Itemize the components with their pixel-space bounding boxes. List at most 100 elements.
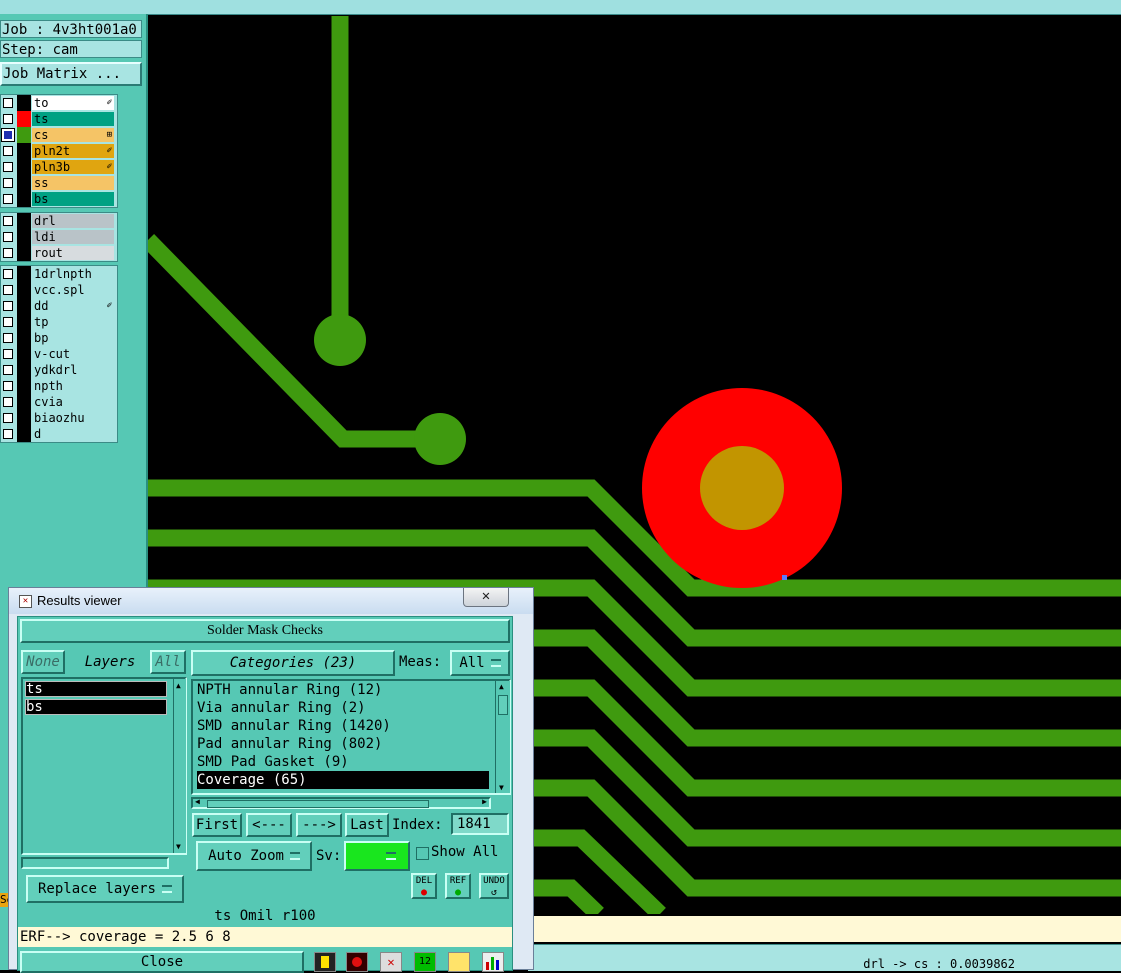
erf-tool-icon[interactable]: ✕ [380, 952, 402, 972]
layer-display-color[interactable] [17, 127, 31, 143]
layer-row[interactable]: pln2t ✐ [1, 143, 117, 159]
layer-display-color[interactable] [17, 229, 31, 245]
category-list-item[interactable]: NPTH annular Ring (12) [197, 681, 382, 699]
layer-name[interactable]: biaozhu [32, 411, 114, 425]
index-input[interactable]: 1841 [451, 813, 509, 835]
layer-name[interactable]: ldi [32, 230, 114, 244]
replace-layers-option[interactable]: Replace layers [26, 875, 184, 903]
layer-affected-checkbox[interactable] [3, 98, 13, 108]
category-list-item[interactable]: Pad annular Ring (802) [197, 735, 382, 753]
layer-name[interactable]: d [32, 427, 114, 441]
layer-row[interactable]: ydkdrl [1, 362, 117, 378]
layer-display-color[interactable] [17, 191, 31, 207]
layer-list-vscrollbar[interactable]: ▲ ▼ [173, 679, 186, 853]
layer-name[interactable]: npth [32, 379, 114, 393]
layer-name[interactable]: dd ✐ [32, 299, 114, 313]
first-button[interactable]: First [192, 813, 242, 837]
report-tool-icon[interactable] [448, 952, 470, 972]
layer-affected-checkbox[interactable] [3, 232, 13, 242]
category-list-item[interactable]: SMD Pad Gasket (9) [197, 753, 349, 771]
layer-name[interactable]: 1drlnpth [32, 267, 114, 281]
layer-row[interactable]: ts [1, 111, 117, 127]
category-list[interactable]: NPTH annular Ring (12) Via annular Ring (… [191, 679, 511, 795]
layer-row[interactable]: biaozhu [1, 410, 117, 426]
layer-name[interactable]: tp [32, 315, 114, 329]
layer-list-item[interactable]: bs [25, 699, 167, 715]
layer-name[interactable]: cs ⊞ [32, 128, 114, 142]
layer-name[interactable]: ydkdrl [32, 363, 114, 377]
layer-row[interactable]: bs [1, 191, 117, 207]
layer-display-color[interactable] [17, 410, 31, 426]
histogram-tool-icon[interactable] [482, 952, 504, 972]
layer-row[interactable]: npth [1, 378, 117, 394]
layer-display-color[interactable] [17, 394, 31, 410]
categories-button[interactable]: Categories (23) [191, 650, 395, 676]
layer-display-color[interactable] [17, 298, 31, 314]
layer-display-color[interactable] [17, 159, 31, 175]
none-button[interactable]: None [21, 650, 65, 674]
hscroll-thumb[interactable] [207, 800, 429, 808]
layer-display-color[interactable] [17, 266, 31, 282]
number-tool-icon[interactable]: 12 [414, 952, 436, 972]
layer-affected-checkbox[interactable] [3, 381, 13, 391]
severity-color-option[interactable] [344, 841, 410, 871]
layer-display-color[interactable] [17, 282, 31, 298]
layer-affected-checkbox[interactable] [3, 285, 13, 295]
layer-affected-checkbox[interactable] [3, 114, 13, 124]
layer-name[interactable]: vcc.spl [32, 283, 114, 297]
show-all-checkbox[interactable] [416, 847, 429, 860]
scroll-left-icon[interactable]: ◀ [195, 797, 200, 806]
layer-row[interactable]: tp [1, 314, 117, 330]
category-hscrollbar[interactable]: ◀ ▶ [191, 797, 491, 809]
window-close-button[interactable]: ✕ [463, 588, 509, 607]
meas-option[interactable]: All [450, 650, 510, 676]
prev-button[interactable]: <--- [246, 813, 292, 837]
layer-display-color[interactable] [17, 346, 31, 362]
scroll-right-icon[interactable]: ▶ [482, 797, 487, 806]
layer-name[interactable]: ts [32, 112, 114, 126]
layer-display-color[interactable] [17, 314, 31, 330]
layer-name[interactable]: pln2t ✐ [32, 144, 114, 158]
layer-row[interactable]: dd ✐ [1, 298, 117, 314]
layer-display-color[interactable] [17, 213, 31, 229]
category-list-item[interactable]: SMD annular Ring (1420) [197, 717, 391, 735]
layer-list-hscrollbar[interactable] [21, 857, 169, 869]
scroll-down-icon[interactable]: ▼ [176, 842, 181, 851]
category-list-item[interactable]: Via annular Ring (2) [197, 699, 366, 717]
layer-display-color[interactable] [17, 362, 31, 378]
layer-display-color[interactable] [17, 175, 31, 191]
scroll-up-icon[interactable]: ▲ [499, 682, 504, 691]
layer-name[interactable]: v-cut [32, 347, 114, 361]
layer-row[interactable]: v-cut [1, 346, 117, 362]
layer-affected-checkbox[interactable] [3, 429, 13, 439]
layer-affected-checkbox[interactable] [3, 194, 13, 204]
layer-affected-checkbox[interactable] [1, 128, 15, 142]
scroll-up-icon[interactable]: ▲ [176, 681, 181, 690]
category-vscrollbar[interactable]: ▲ ▼ [495, 681, 510, 793]
layer-row[interactable]: to ✐ [1, 95, 117, 111]
mark-tool-icon[interactable] [346, 952, 368, 972]
layer-row[interactable]: rout [1, 245, 117, 261]
highlight-tool-icon[interactable] [314, 952, 336, 972]
layer-affected-checkbox[interactable] [3, 162, 13, 172]
layer-affected-checkbox[interactable] [3, 365, 13, 375]
layer-row[interactable]: ss [1, 175, 117, 191]
layer-display-color[interactable] [17, 95, 31, 111]
scroll-thumb[interactable] [498, 695, 508, 715]
layer-affected-checkbox[interactable] [3, 397, 13, 407]
layer-affected-checkbox[interactable] [3, 178, 13, 188]
undo-button[interactable]: UNDO ↺ [479, 873, 509, 899]
layer-display-color[interactable] [17, 426, 31, 442]
layer-row[interactable]: ldi [1, 229, 117, 245]
layer-display-color[interactable] [17, 111, 31, 127]
category-list-item[interactable]: Coverage (65) [197, 771, 489, 789]
layer-affected-checkbox[interactable] [3, 301, 13, 311]
auto-zoom-option[interactable]: Auto Zoom [196, 841, 312, 871]
layer-row[interactable]: cs ⊞ [1, 127, 117, 143]
layer-name[interactable]: bp [32, 331, 114, 345]
layer-name[interactable]: pln3b ✐ [32, 160, 114, 174]
layer-list-item[interactable]: ts [25, 681, 167, 697]
layer-name[interactable]: cvia [32, 395, 114, 409]
next-button[interactable]: ---> [296, 813, 342, 837]
all-button[interactable]: All [150, 650, 186, 674]
